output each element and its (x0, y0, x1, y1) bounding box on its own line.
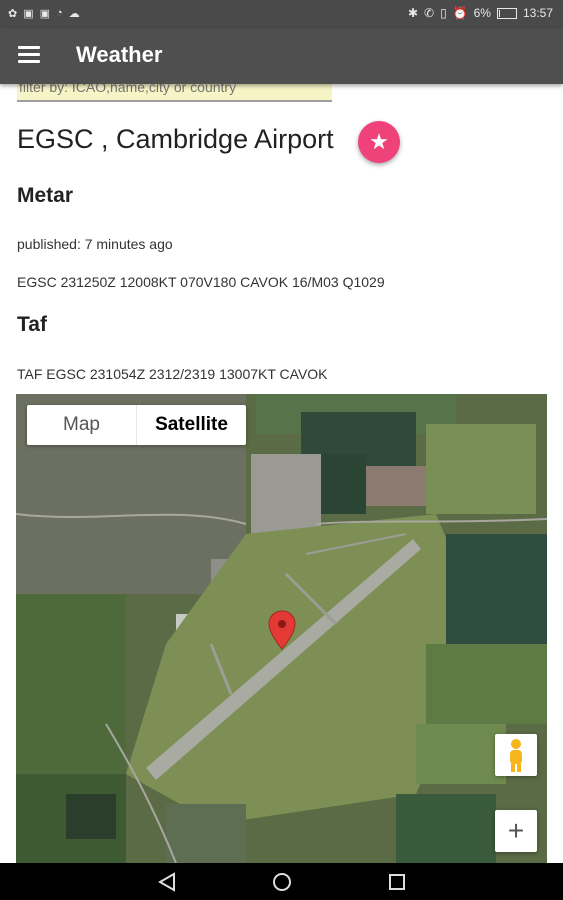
taf-heading: Taf (17, 313, 47, 336)
status-bar: ✿ ▣ ▣ ◔ ☁ ✱ ✆ ▯ ⏰ 6% 13:57 (0, 0, 563, 28)
navigation-bar (0, 863, 563, 900)
back-icon[interactable] (156, 871, 178, 893)
map-tab[interactable]: Map (27, 405, 136, 445)
battery-percent: 6% (473, 6, 491, 20)
phone-icon: ✆ (424, 6, 435, 20)
notification-icon: ▣ (23, 8, 34, 20)
pegman-button[interactable] (495, 734, 537, 776)
app-title: Weather (76, 42, 163, 67)
notification-icon: ◔ (56, 7, 63, 19)
map-view[interactable]: Map Satellite + (16, 394, 547, 863)
notification-icon: ✿ (8, 8, 18, 20)
alarm-icon: ⏰ (452, 6, 468, 20)
bluetooth-icon: ✱ (407, 6, 418, 20)
battery-icon (496, 7, 517, 19)
home-icon[interactable] (271, 871, 293, 893)
app-bar: Weather (0, 28, 563, 84)
metar-heading: Metar (17, 184, 74, 207)
cloud-icon: ☁ (68, 8, 80, 20)
taf-report: TAF EGSC 231054Z 2312/2319 13007KT CAVOK (17, 366, 328, 382)
zoom-in-button[interactable]: + (495, 810, 537, 852)
map-type-toggle: Map Satellite (27, 405, 246, 445)
system-status: ✱ ✆ ▯ ⏰ 6% 13:57 (408, 6, 553, 20)
favorite-button[interactable]: ★ (358, 121, 400, 163)
recents-icon[interactable] (386, 871, 408, 893)
main-content: EGSC , Cambridge Airport ★ Metar publish… (0, 84, 563, 863)
star-icon: ★ (369, 129, 389, 154)
vibrate-icon: ▯ (440, 6, 447, 20)
filter-input[interactable] (17, 84, 329, 98)
metar-report: EGSC 231250Z 12008KT 070V180 CAVOK 16/M0… (17, 274, 385, 290)
pegman-icon (510, 739, 522, 772)
clock: 13:57 (522, 6, 553, 20)
hamburger-menu-icon[interactable] (18, 46, 40, 64)
filter-field[interactable] (17, 84, 332, 102)
metar-published: published: 7 minutes ago (17, 236, 173, 252)
notification-icons: ✿ ▣ ▣ ◔ ☁ (8, 7, 80, 20)
notification-icon: ▣ (39, 8, 51, 20)
map-pin-icon[interactable] (268, 610, 296, 650)
airport-title: EGSC , Cambridge Airport (17, 124, 334, 154)
satellite-tab[interactable]: Satellite (136, 405, 246, 445)
